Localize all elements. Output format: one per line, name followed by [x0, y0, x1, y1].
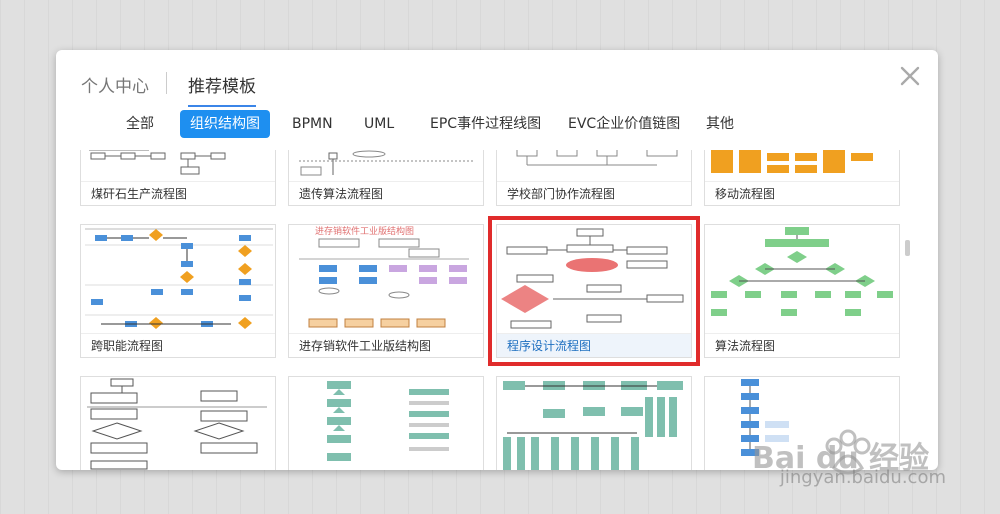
template-thumbnail: [705, 150, 899, 183]
thumbnail-heading: 进存销软件工业版结构图: [315, 225, 414, 237]
template-dialog: 个人中心 推荐模板 全部 组织结构图 BPMN UML EPC事件过程线图 EV…: [56, 50, 938, 470]
tab-personal-center[interactable]: 个人中心: [81, 72, 149, 97]
template-thumbnail: [81, 150, 275, 183]
template-card[interactable]: [496, 376, 692, 470]
template-card[interactable]: 算法流程图: [704, 224, 900, 358]
template-card[interactable]: 遗传算法流程图: [288, 150, 484, 206]
watermark-url: jingyan.baidu.com: [779, 467, 946, 488]
template-title: 算法流程图: [705, 333, 899, 357]
dialog-header: 个人中心 推荐模板: [56, 50, 938, 110]
template-title: 进存销软件工业版结构图: [289, 333, 483, 357]
template-thumbnail: [289, 150, 483, 183]
filter-bpmn[interactable]: BPMN: [282, 110, 343, 138]
template-card[interactable]: 学校部门协作流程图: [496, 150, 692, 206]
filter-org-chart[interactable]: 组织结构图: [180, 110, 270, 138]
category-filter-bar: 全部 组织结构图 BPMN UML EPC事件过程线图 EVC企业价值链图 其他: [56, 110, 938, 144]
filter-epc[interactable]: EPC事件过程线图: [420, 110, 551, 138]
template-thumbnail: 进存销软件工业版结构图: [289, 225, 483, 335]
filter-uml[interactable]: UML: [354, 110, 404, 138]
tab-recommended-templates[interactable]: 推荐模板: [188, 72, 256, 107]
close-icon[interactable]: [898, 64, 922, 88]
template-title: 移动流程图: [705, 181, 899, 205]
template-card[interactable]: [704, 376, 900, 470]
scrollbar-thumb[interactable]: [905, 240, 910, 256]
template-title: 程序设计流程图: [497, 333, 691, 357]
template-thumbnail: [497, 377, 691, 470]
template-card[interactable]: [288, 376, 484, 470]
template-title: 跨职能流程图: [81, 333, 275, 357]
tab-divider: [166, 72, 167, 94]
template-title: 遗传算法流程图: [289, 181, 483, 205]
template-card[interactable]: 跨职能流程图: [80, 224, 276, 358]
template-thumbnail: [81, 225, 275, 335]
filter-evc[interactable]: EVC企业价值链图: [558, 110, 690, 138]
template-thumbnail: [497, 225, 691, 335]
template-title: 煤矸石生产流程图: [81, 181, 275, 205]
template-thumbnail: [705, 225, 899, 335]
template-card[interactable]: 进存销软件工业版结构图 进存销软件工业版结构图: [288, 224, 484, 358]
template-card[interactable]: [80, 376, 276, 470]
template-grid: 煤矸石生产流程图 遗传算法流程图 学校部门协作流程图 移动流程图 跨职能流程图 …: [80, 150, 902, 470]
template-thumbnail: [81, 377, 275, 470]
template-thumbnail: [497, 150, 691, 183]
filter-all[interactable]: 全部: [116, 110, 164, 138]
template-thumbnail: [705, 377, 899, 470]
template-thumbnail: [289, 377, 483, 470]
template-card[interactable]: 煤矸石生产流程图: [80, 150, 276, 206]
filter-other[interactable]: 其他: [696, 110, 744, 138]
template-card[interactable]: 移动流程图: [704, 150, 900, 206]
template-title: 学校部门协作流程图: [497, 181, 691, 205]
template-card-selected[interactable]: 程序设计流程图: [488, 216, 700, 366]
